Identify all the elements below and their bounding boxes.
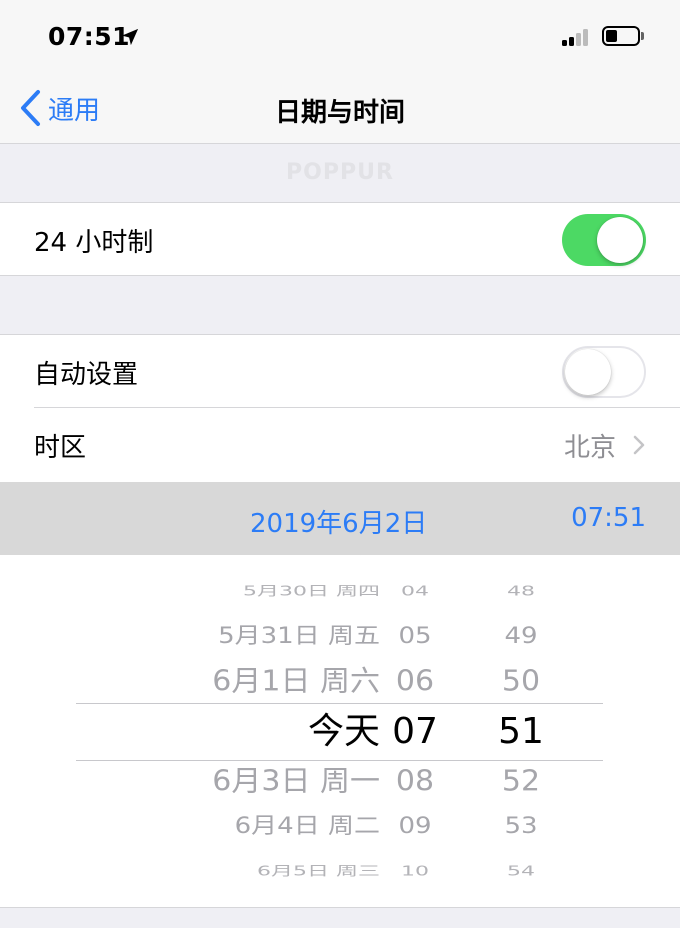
timezone-label: 时区 (34, 433, 87, 463)
picker-hour-column[interactable]: 030405060708091011 (360, 555, 470, 907)
date-time-picker[interactable]: 5月29日 周三 5月30日 周四 5月31日 周五 6月1日 周六今天 6月3日 周一… (0, 555, 680, 907)
picker-minute-item[interactable]: 52 (466, 765, 576, 799)
status-bar: 07:51 (0, 0, 680, 74)
picker-hour-item[interactable]: 08 (360, 765, 470, 799)
auto-set-label: 自动设置 (34, 360, 139, 390)
location-arrow-icon (121, 28, 139, 46)
battery-icon (602, 26, 640, 46)
chevron-right-icon (633, 435, 645, 455)
picker-date-item[interactable]: 6月1日 周六 (60, 665, 380, 699)
auto-set-toggle[interactable] (562, 346, 646, 398)
picker-date-item[interactable]: 6月3日 周一 (60, 765, 380, 799)
timezone-row[interactable]: 时区 北京 (0, 408, 680, 482)
status-time: 07:51 (48, 22, 131, 51)
date-display[interactable]: 2019年6月2日 (250, 503, 427, 540)
picker-hour-item[interactable]: 07 (360, 710, 470, 753)
hour24-row: 24 小时制 (0, 202, 680, 276)
toggle-knob (597, 217, 643, 263)
picker-selection-bottom-line (76, 760, 603, 761)
battery-tip (641, 32, 644, 40)
bottom-group-area (0, 907, 680, 928)
picker-minute-item[interactable]: 49 (466, 624, 576, 651)
picker-minute-item[interactable]: 50 (466, 665, 576, 699)
picker-minute-item[interactable]: 48 (466, 584, 576, 600)
picker-date-item[interactable]: 今天 (60, 710, 380, 753)
picker-date-item[interactable]: 5月29日 周三 (60, 555, 380, 556)
picker-minute-column[interactable]: 474849505152535455 (466, 555, 576, 907)
hour24-label: 24 小时制 (34, 228, 154, 258)
picker-selection-top-line (76, 703, 603, 704)
picker-hour-item[interactable]: 09 (360, 814, 470, 841)
page-title: 日期与时间 (274, 98, 405, 128)
datetime-header: 2019年6月2日 07:51 (0, 482, 680, 555)
picker-date-item[interactable]: 5月30日 周四 (60, 584, 380, 600)
picker-date-item[interactable]: 6月5日 周三 (60, 864, 380, 880)
picker-hour-item[interactable]: 05 (360, 624, 470, 651)
picker-hour-item[interactable]: 06 (360, 665, 470, 699)
picker-minute-item[interactable]: 54 (466, 864, 576, 880)
auto-set-row: 自动设置 (0, 334, 680, 408)
picker-minute-item[interactable]: 51 (466, 710, 576, 753)
picker-date-item[interactable]: 5月31日 周五 (60, 624, 380, 651)
toggle-knob (565, 349, 611, 395)
watermark: POPPUR (286, 160, 394, 185)
picker-hour-item[interactable]: 10 (360, 864, 470, 880)
timezone-value: 北京 (563, 433, 616, 463)
picker-date-column[interactable]: 5月29日 周三 5月30日 周四 5月31日 周五 6月1日 周六今天 6月3日 周一… (60, 555, 380, 907)
picker-date-item[interactable]: 6月4日 周二 (60, 814, 380, 841)
hour24-toggle[interactable] (562, 214, 646, 266)
picker-minute-item[interactable]: 47 (466, 555, 576, 556)
picker-hour-item[interactable]: 03 (360, 555, 470, 556)
picker-minute-item[interactable]: 53 (466, 814, 576, 841)
picker-hour-item[interactable]: 04 (360, 584, 470, 600)
navigation-bar: 通用 日期与时间 (0, 74, 680, 144)
time-display[interactable]: 07:51 (571, 503, 646, 533)
